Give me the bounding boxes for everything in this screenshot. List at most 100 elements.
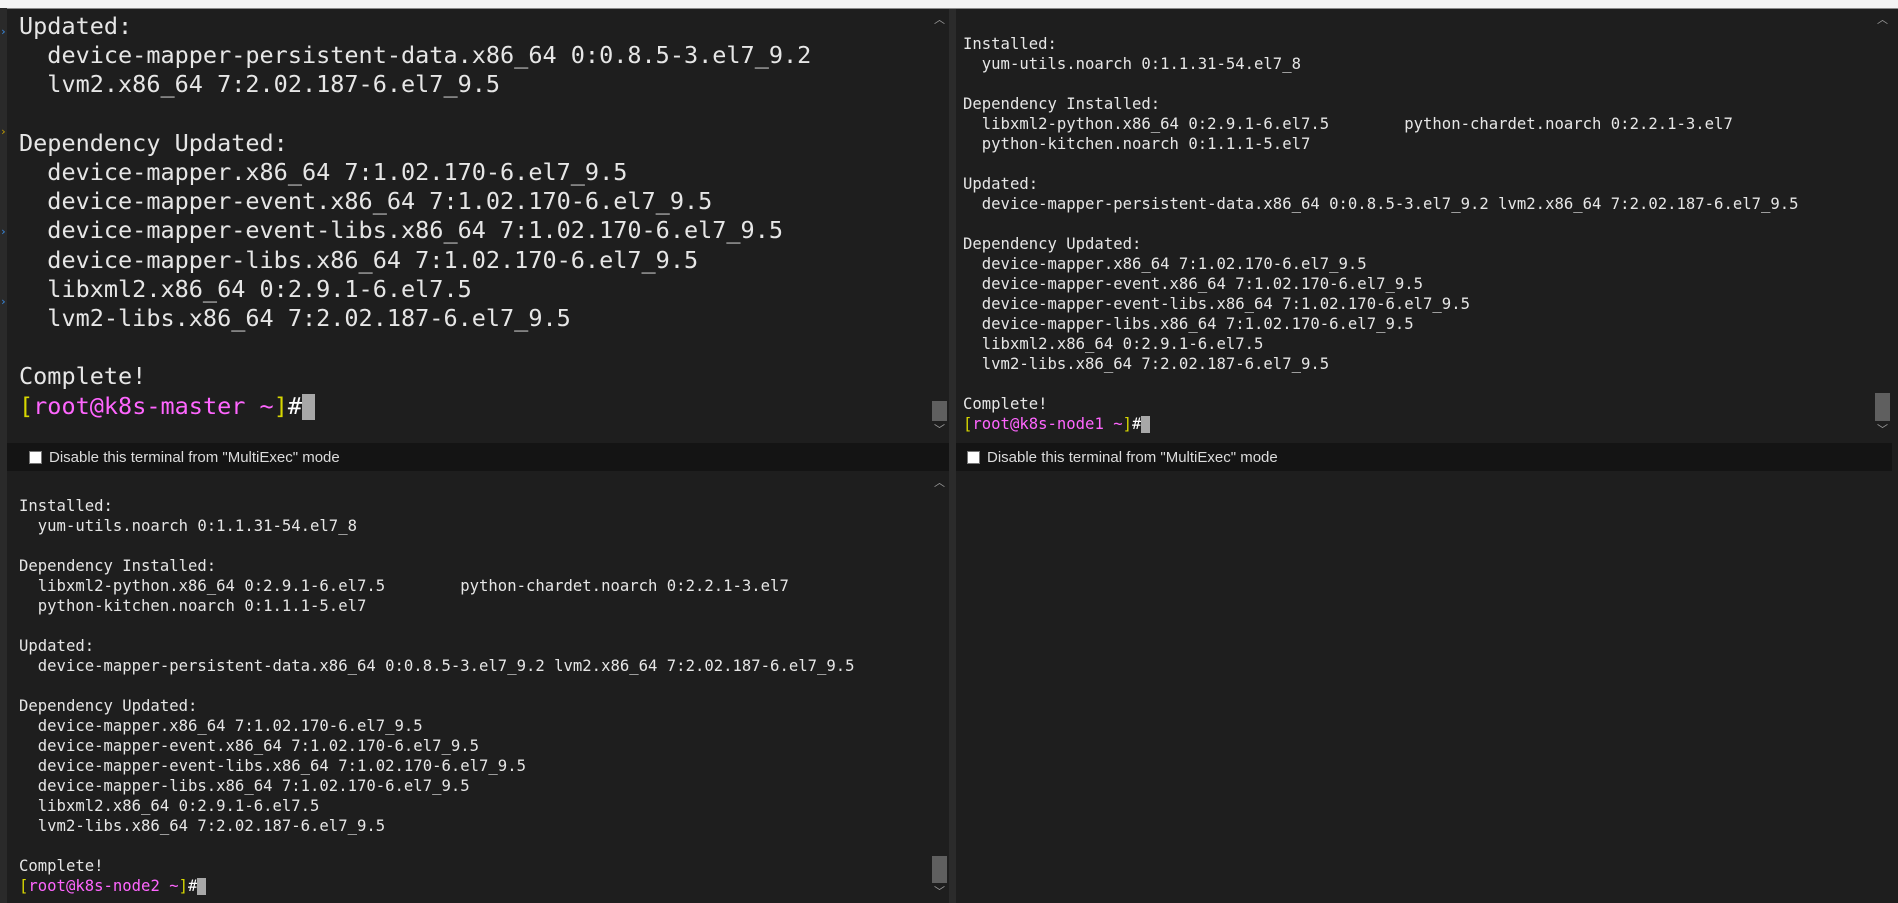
prompt-bracket-close: ]: [1122, 415, 1133, 433]
prompt-at: @: [1009, 415, 1020, 433]
terminal-line: device-mapper-event.x86_64 7:1.02.170-6.…: [19, 187, 713, 216]
vertical-divider[interactable]: [949, 9, 956, 903]
text-cursor: [197, 878, 207, 895]
terminal-line: device-mapper.x86_64 7:1.02.170-6.el7_9.…: [19, 717, 423, 735]
terminal-pane-k8s-master[interactable]: Updated: device-mapper-persistent-data.x…: [7, 9, 930, 441]
terminal-line: device-mapper-event-libs.x86_64 7:1.02.1…: [19, 216, 784, 245]
terminal-line: lvm2-libs.x86_64 7:2.02.187-6.el7_9.5: [19, 304, 571, 333]
terminal-line: Dependency Updated:: [963, 235, 1142, 253]
prompt-host: k8s-node2: [75, 877, 160, 895]
terminal-line: device-mapper.x86_64 7:1.02.170-6.el7_9.…: [19, 158, 628, 187]
terminal-line: Dependency Installed:: [19, 557, 217, 575]
scrollbar-k8s-node1[interactable]: ︿ ﹀: [1873, 9, 1892, 441]
terminal-line: Complete!: [19, 857, 104, 875]
terminal-line: libxml2.x86_64 0:2.9.1-6.el7.5: [19, 274, 472, 303]
terminal-line: python-kitchen.noarch 0:1.1.1-5.el7: [19, 597, 367, 615]
terminal-output: Installed: yum-utils.noarch 0:1.1.31-54.…: [963, 34, 1873, 414]
prompt-bracket-open: [: [963, 415, 973, 433]
terminal-line: libxml2.x86_64 0:2.9.1-6.el7.5: [963, 335, 1264, 353]
prompt-hash: #: [188, 877, 198, 895]
prompt-host: k8s-node1: [1019, 415, 1104, 433]
terminal-line: Complete!: [963, 395, 1048, 413]
terminal-line: lvm2-libs.x86_64 7:2.02.187-6.el7_9.5: [963, 355, 1330, 373]
terminal-line: libxml2-python.x86_64 0:2.9.1-6.el7.5 py…: [19, 577, 789, 595]
checkbox-icon[interactable]: [967, 450, 980, 464]
terminal-line: lvm2.x86_64 7:2.02.187-6.el7_9.5: [19, 70, 501, 99]
scroll-thumb[interactable]: [932, 401, 947, 421]
prompt-user: root: [972, 415, 1010, 433]
terminal-line: python-kitchen.noarch 0:1.1.1-5.el7: [963, 135, 1311, 153]
left-sidebar-edge: › › › ›: [0, 8, 7, 903]
scroll-thumb[interactable]: [1875, 393, 1890, 421]
prompt-at: @: [89, 391, 104, 420]
terminal-line: device-mapper-libs.x86_64 7:1.02.170-6.e…: [19, 777, 470, 795]
terminal-line: libxml2-python.x86_64 0:2.9.1-6.el7.5 py…: [963, 115, 1733, 133]
prompt-bracket-close: ]: [273, 391, 288, 420]
prompt-path: ~: [159, 877, 179, 895]
prompt-user: root: [28, 877, 66, 895]
prompt-bracket-close: ]: [178, 877, 189, 895]
edge-marker-icon: ›: [0, 25, 7, 38]
shell-prompt: [root@k8s-node1 ~]#: [963, 414, 1873, 434]
terminal-line: device-mapper-event-libs.x86_64 7:1.02.1…: [963, 295, 1470, 313]
prompt-user: root: [33, 391, 90, 420]
scroll-thumb[interactable]: [932, 856, 947, 883]
terminal-line: device-mapper-persistent-data.x86_64 0:0…: [19, 41, 812, 70]
multiexec-label[interactable]: Disable this terminal from "MultiExec" m…: [987, 449, 1278, 466]
terminal-line: lvm2-libs.x86_64 7:2.02.187-6.el7_9.5: [19, 817, 386, 835]
terminal-line: Installed:: [963, 35, 1057, 53]
text-cursor: [1141, 416, 1151, 433]
chevron-up-icon[interactable]: ︿: [930, 11, 949, 29]
chevron-up-icon[interactable]: ︿: [930, 474, 949, 492]
prompt-bracket-open: [: [19, 391, 34, 420]
terminal-line: device-mapper-persistent-data.x86_64 0:0…: [19, 657, 855, 675]
scrollbar-k8s-master[interactable]: ︿ ﹀: [930, 9, 949, 441]
terminal-line: Updated:: [19, 637, 95, 655]
terminal-line: Dependency Updated:: [19, 697, 198, 715]
terminal-line: Updated:: [963, 175, 1039, 193]
edge-marker-icon: ›: [0, 295, 7, 308]
multiexec-bar-k8s-master: Disable this terminal from "MultiExec" m…: [7, 443, 949, 471]
prompt-hash: #: [287, 391, 302, 420]
terminal-line: yum-utils.noarch 0:1.1.31-54.el7_8: [963, 55, 1301, 73]
prompt-hash: #: [1132, 415, 1142, 433]
multiexec-bar-k8s-node1: Disable this terminal from "MultiExec" m…: [956, 443, 1892, 471]
terminal-line: device-mapper-persistent-data.x86_64 0:0…: [963, 195, 1799, 213]
terminal-line: yum-utils.noarch 0:1.1.31-54.el7_8: [19, 517, 357, 535]
prompt-path: ~: [1103, 415, 1123, 433]
edge-marker-icon: ›: [0, 225, 7, 238]
prompt-at: @: [65, 877, 76, 895]
terminal-line: device-mapper-event.x86_64 7:1.02.170-6.…: [19, 737, 480, 755]
terminal-line: libxml2.x86_64 0:2.9.1-6.el7.5: [19, 797, 320, 815]
terminal-output: Updated: device-mapper-persistent-data.x…: [19, 12, 930, 392]
prompt-host: k8s-master: [103, 391, 246, 420]
chevron-down-icon[interactable]: ﹀: [930, 421, 949, 439]
shell-prompt: [root@k8s-master ~]#: [19, 392, 930, 421]
checkbox-icon[interactable]: [29, 450, 42, 464]
shell-prompt: [root@k8s-node2 ~]#: [19, 876, 930, 896]
chevron-down-icon[interactable]: ﹀: [930, 883, 949, 901]
terminal-line: Dependency Installed:: [963, 95, 1161, 113]
edge-marker-icon: ›: [0, 125, 7, 138]
terminal-line: device-mapper-event.x86_64 7:1.02.170-6.…: [963, 275, 1424, 293]
terminal-line: device-mapper-libs.x86_64 7:1.02.170-6.e…: [963, 315, 1414, 333]
terminal-line: Installed:: [19, 497, 113, 515]
terminal-output: Installed: yum-utils.noarch 0:1.1.31-54.…: [19, 496, 930, 876]
terminal-line: device-mapper-event-libs.x86_64 7:1.02.1…: [19, 757, 526, 775]
terminal-line: Updated:: [19, 12, 133, 40]
chevron-up-icon[interactable]: ︿: [1873, 11, 1892, 29]
terminal-line: Dependency Updated:: [19, 128, 288, 157]
chevron-down-icon[interactable]: ﹀: [1873, 421, 1892, 439]
terminal-line: device-mapper-libs.x86_64 7:1.02.170-6.e…: [19, 245, 699, 274]
scrollbar-k8s-node2[interactable]: ︿ ﹀: [930, 472, 949, 903]
text-cursor: [302, 394, 315, 421]
terminal-pane-empty[interactable]: [956, 472, 1898, 903]
terminal-pane-k8s-node1[interactable]: Installed: yum-utils.noarch 0:1.1.31-54.…: [956, 9, 1873, 441]
window-top-border: [0, 0, 1898, 9]
terminal-pane-k8s-node2[interactable]: Installed: yum-utils.noarch 0:1.1.31-54.…: [7, 472, 930, 903]
terminal-line: Complete!: [19, 362, 147, 391]
terminal-line: device-mapper.x86_64 7:1.02.170-6.el7_9.…: [963, 255, 1367, 273]
multiexec-label[interactable]: Disable this terminal from "MultiExec" m…: [49, 449, 340, 466]
prompt-path: ~: [245, 391, 274, 420]
prompt-bracket-open: [: [19, 877, 29, 895]
